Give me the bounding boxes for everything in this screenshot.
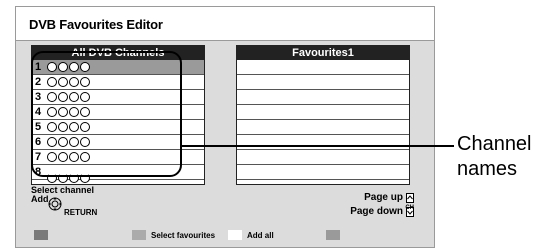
page-up-label: Page up [364,192,403,203]
add-label: Add [31,194,49,204]
green-key-swatch [132,230,146,240]
favourite-row[interactable] [237,60,409,75]
return-label: RETURN [64,208,98,217]
page-title: DVB Favourites Editor [29,17,163,32]
favourite-row[interactable] [237,165,409,180]
callout-line-1: Channel [457,133,532,155]
callout-line-2: names [457,158,518,180]
favourites-list [237,60,409,180]
color-key-footer: Select favourites Add all [16,224,434,247]
channel-names-highlight [31,51,182,177]
channel-button-label: CH [405,205,414,211]
title-bar: DVB Favourites Editor [16,7,434,41]
favourites-header: Favourites1 [237,46,409,60]
page-up-icon [406,193,414,203]
favourite-row[interactable] [237,135,409,150]
favourite-row[interactable] [237,90,409,105]
yellow-key-swatch [228,230,242,240]
callout-line [182,145,454,147]
callout-label: Channel names [457,132,532,182]
favourites-panel: Favourites1 [236,45,410,185]
add-all-label: Add all [247,231,274,240]
favourite-row[interactable] [237,120,409,135]
red-key-swatch [34,230,48,240]
ok-button-icon [48,197,62,211]
favourite-row[interactable] [237,75,409,90]
page-down-label: Page down [350,206,403,217]
favourite-row[interactable] [237,105,409,120]
blue-key-swatch [326,230,340,240]
favourite-row[interactable] [237,150,409,165]
selection-controls: Select channel Add RETURN [31,186,131,218]
select-favourites-label: Select favourites [151,231,216,240]
